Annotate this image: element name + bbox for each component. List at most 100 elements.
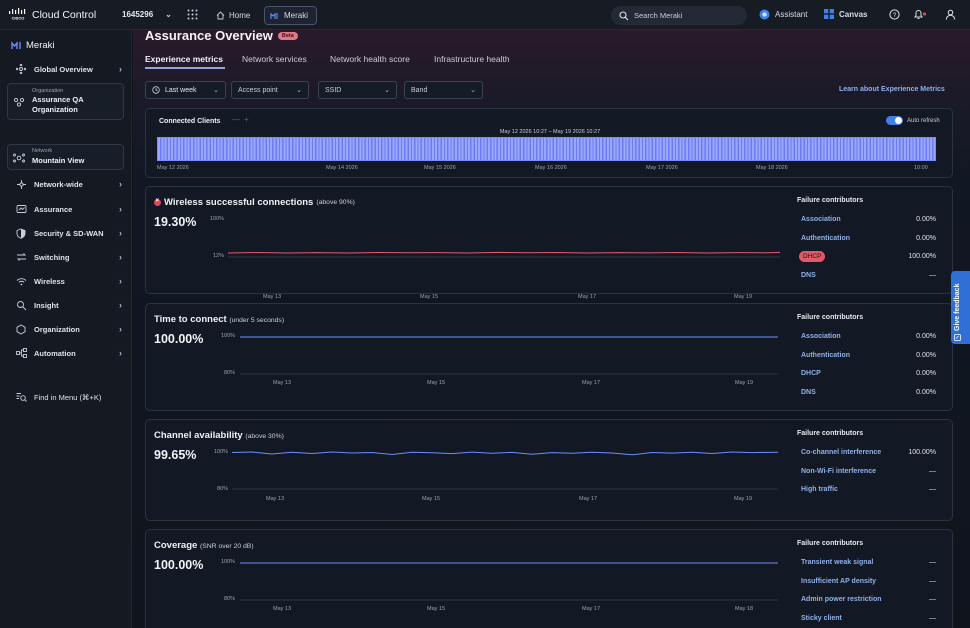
- card-title-text: Wireless successful connections: [164, 197, 314, 208]
- canvas-label: Canvas: [839, 9, 868, 19]
- contributor-value: 0.00%: [916, 333, 936, 340]
- access-point-select[interactable]: Access point ⌄: [231, 81, 309, 99]
- collapse-icon[interactable]: —: [232, 115, 240, 124]
- svg-text:?: ?: [893, 12, 897, 19]
- contributor-high-traffic[interactable]: High traffic: [801, 486, 838, 493]
- sidebar-item-automation[interactable]: Automation ›: [8, 343, 126, 363]
- chevron-right-icon: ›: [119, 276, 122, 286]
- sidebar-item-organization[interactable]: Organization ›: [8, 319, 126, 339]
- chevron-right-icon: ›: [119, 204, 122, 214]
- wifi-icon: [12, 277, 30, 286]
- sidebar-item-insight[interactable]: Insight ›: [8, 295, 126, 315]
- toggle-switch[interactable]: [886, 116, 903, 125]
- network-selector[interactable]: Network Mountain View: [7, 144, 124, 170]
- sidebar-item-network-wide[interactable]: Network-wide ›: [8, 174, 126, 194]
- contributor-admin-power-restriction[interactable]: Admin power restriction: [801, 596, 882, 603]
- app-grid-icon[interactable]: [187, 9, 198, 20]
- contributor-value: 0.00%: [916, 235, 936, 242]
- contributor-dhcp-badge[interactable]: DHCP: [799, 251, 826, 262]
- y-axis-max: 100%: [221, 559, 236, 565]
- brand-title[interactable]: Cloud Control: [32, 9, 96, 21]
- organization-icon: [13, 97, 25, 107]
- chevron-down-icon: ⌄: [470, 87, 476, 94]
- find-in-menu[interactable]: Find in Menu (⌘+K): [8, 387, 126, 407]
- assurance-icon: [12, 204, 30, 214]
- x-tick: May 15: [422, 496, 441, 502]
- contributor-association[interactable]: Association: [801, 333, 841, 340]
- y-axis-min: 80%: [217, 486, 229, 492]
- tab-network-health-score[interactable]: Network health score: [330, 54, 410, 64]
- org-id-selector[interactable]: 1645296 ⌄: [122, 10, 172, 19]
- metric-card-time-to-connect: Time to connect (under 5 seconds) 100.00…: [145, 303, 953, 411]
- contributor-dns[interactable]: DNS: [801, 272, 816, 279]
- failure-contributors-title: Failure contributors: [797, 430, 864, 437]
- search-placeholder: Search Meraki: [634, 11, 683, 20]
- access-point-value: Access point: [238, 86, 278, 94]
- contributor-value: —: [929, 615, 936, 622]
- contributor-non-wifi[interactable]: Non-Wi-Fi interference: [801, 468, 876, 475]
- sidebar-item-switching[interactable]: Switching ›: [8, 247, 126, 267]
- contributor-value: —: [929, 578, 936, 585]
- contributor-co-channel[interactable]: Co-channel interference: [801, 449, 881, 456]
- contributor-value: 100.00%: [908, 449, 936, 456]
- sidebar-item-assurance[interactable]: Assurance ›: [8, 199, 126, 219]
- card-title: Channel availability (above 30%): [154, 430, 284, 441]
- contributor-dns[interactable]: DNS: [801, 389, 816, 396]
- y-axis-max: 100%: [210, 216, 225, 222]
- contributor-transient-weak-signal[interactable]: Transient weak signal: [801, 559, 873, 566]
- org-selector[interactable]: Organization Assurance QA Organization: [7, 83, 124, 120]
- home-button[interactable]: Home: [210, 7, 256, 24]
- failure-contributors-title: Failure contributors: [797, 197, 864, 204]
- contributor-value: 0.00%: [916, 370, 936, 377]
- chevron-down-icon: ⌄: [213, 87, 219, 94]
- canvas-button[interactable]: Canvas: [824, 9, 867, 19]
- help-icon[interactable]: ?: [889, 9, 900, 20]
- tab-network-services[interactable]: Network services: [242, 54, 307, 64]
- sidebar-item-wireless[interactable]: Wireless ›: [8, 271, 126, 291]
- tab-experience-metrics[interactable]: Experience metrics: [145, 54, 223, 64]
- x-tick: May 18: [735, 606, 754, 612]
- assistant-icon: [759, 9, 770, 20]
- tab-infrastructure-health[interactable]: Infrastructure health: [434, 54, 510, 64]
- sidebar-item-security-sd-wan[interactable]: Security & SD-WAN ›: [8, 223, 126, 243]
- timeline-brush[interactable]: [157, 137, 936, 161]
- x-tick: May 15: [427, 606, 446, 612]
- learn-link[interactable]: Learn about Experience Metrics: [839, 86, 945, 93]
- org-id-label: 1645296: [122, 10, 154, 19]
- auto-refresh-label: Auto refresh: [907, 117, 940, 124]
- contributor-authentication[interactable]: Authentication: [801, 352, 850, 359]
- meraki-logo-text: Meraki: [26, 40, 55, 51]
- contributor-association[interactable]: Association: [801, 216, 841, 223]
- metric-chart: [232, 451, 778, 490]
- failure-contributors-title: Failure contributors: [797, 314, 864, 321]
- bell-icon[interactable]: [913, 8, 927, 20]
- ssid-select[interactable]: SSID ⌄: [318, 81, 397, 99]
- user-icon[interactable]: [945, 9, 956, 20]
- svg-text:CISCO: CISCO: [12, 16, 25, 21]
- chevron-right-icon: ›: [119, 179, 122, 189]
- sidebar-item-global-overview[interactable]: Global Overview ›: [8, 59, 126, 79]
- contributor-value: —: [929, 272, 936, 279]
- time-range-select[interactable]: Last week ⌄: [145, 81, 226, 99]
- expand-icon[interactable]: +: [244, 115, 249, 124]
- contributor-value: —: [929, 468, 936, 475]
- auto-refresh-toggle[interactable]: Auto refresh: [886, 116, 940, 125]
- search-input[interactable]: Search Meraki: [611, 6, 747, 25]
- meraki-logo-icon: [11, 41, 21, 49]
- assistant-button[interactable]: Assistant: [759, 9, 807, 20]
- meraki-button[interactable]: Meraki: [264, 6, 317, 25]
- page-header: Assurance Overview Beta: [145, 30, 298, 43]
- contributor-sticky-client[interactable]: Sticky client: [801, 615, 842, 622]
- chevron-right-icon: ›: [119, 64, 122, 74]
- card-subtitle: (under 5 seconds): [229, 317, 285, 324]
- band-select[interactable]: Band ⌄: [404, 81, 483, 99]
- contributor-dhcp[interactable]: DHCP: [801, 370, 821, 377]
- x-tick: May 13: [273, 606, 292, 612]
- chevron-right-icon: ›: [119, 300, 122, 310]
- contributor-authentication[interactable]: Authentication: [801, 235, 850, 242]
- chevron-down-icon: ⌄: [296, 87, 302, 94]
- contributor-insufficient-ap-density[interactable]: Insufficient AP density: [801, 578, 876, 585]
- y-axis-min: 12%: [213, 253, 225, 259]
- give-feedback-button[interactable]: Give feedback: [951, 271, 970, 344]
- ssid-value: SSID: [325, 86, 342, 94]
